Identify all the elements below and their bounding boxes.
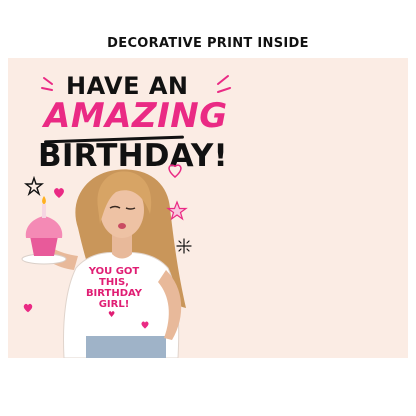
section-title: DECORATIVE PRINT INSIDE: [107, 36, 309, 51]
cupcake-liner: [30, 236, 58, 256]
headline-line3: BIRTHDAY!: [38, 138, 228, 174]
shirt-text-line2: THIS,: [99, 277, 129, 288]
shirt-heart-icon: ♥: [108, 310, 116, 319]
shirt-text-line3: BIRTHDAY: [85, 288, 143, 299]
shirt-text-line4: GIRL!: [98, 299, 130, 310]
heart-icon: [54, 188, 64, 198]
cupcake-frosting: [25, 216, 63, 238]
lips: [118, 223, 126, 229]
headline-line2: AMAZING: [44, 96, 228, 136]
star-pink-icon: [166, 200, 188, 221]
accent-marks-left: [41, 77, 53, 91]
heart-tiny-icon: [141, 321, 149, 329]
sparkle-icon: [176, 238, 192, 254]
jeans: [86, 336, 166, 358]
candle: [42, 204, 46, 218]
flame: [42, 196, 46, 204]
birthday-card-print: HAVE AN AMAZING BIRTHDAY! YOU GOT THIS, …: [8, 58, 408, 358]
shirt-text-line1: YOU GOT: [88, 266, 140, 277]
heart-small-icon: [23, 303, 33, 313]
accent-marks-right: [217, 75, 231, 93]
shirt-text: YOU GOT THIS, BIRTHDAY GIRL!: [78, 266, 150, 310]
star-outline-icon: [24, 176, 44, 196]
heart-outline-icon: [168, 164, 182, 178]
